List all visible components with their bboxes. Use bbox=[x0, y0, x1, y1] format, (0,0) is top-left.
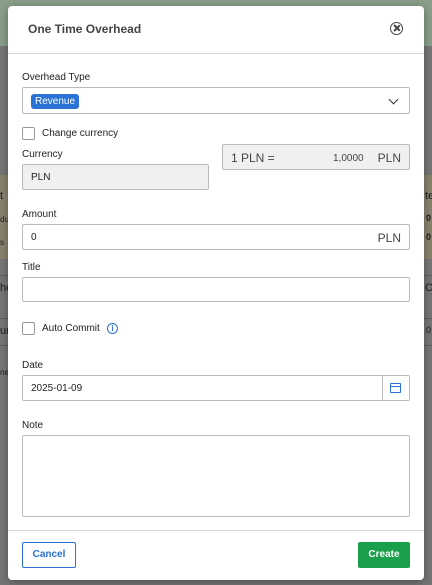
exchange-rate-prefix: 1 PLN = bbox=[231, 151, 275, 165]
currency-field: PLN bbox=[22, 164, 209, 190]
background-text-fragment: 0 bbox=[426, 213, 432, 223]
cancel-button[interactable]: Cancel bbox=[22, 542, 76, 568]
info-icon[interactable]: i bbox=[107, 323, 118, 334]
background-text-fragment: Oi bbox=[425, 282, 432, 294]
auto-commit-label: Auto Commit bbox=[42, 323, 100, 334]
change-currency-checkbox[interactable] bbox=[22, 127, 35, 140]
chevron-down-icon[interactable] bbox=[388, 94, 399, 105]
background-text-fragment: s bbox=[0, 238, 4, 247]
exchange-rate-unit: PLN bbox=[377, 151, 401, 165]
currency-label: Currency bbox=[22, 149, 63, 160]
background-text-fragment: t bbox=[0, 190, 4, 202]
background-text-fragment: te bbox=[425, 190, 432, 202]
note-label: Note bbox=[22, 420, 44, 431]
title-label: Title bbox=[22, 262, 41, 273]
calendar-button[interactable] bbox=[382, 376, 409, 400]
currency-value: PLN bbox=[31, 172, 51, 183]
background-text-fragment: 0 bbox=[426, 232, 432, 242]
amount-input[interactable]: 0 PLN bbox=[22, 224, 410, 250]
calendar-icon bbox=[390, 383, 401, 393]
one-time-overhead-modal: One Time Overhead Overhead Type Revenue … bbox=[8, 6, 424, 580]
title-input[interactable] bbox=[22, 277, 410, 302]
date-value: 2025-01-09 bbox=[31, 383, 83, 394]
create-button[interactable]: Create bbox=[358, 542, 410, 568]
background-text-fragment: 0 bbox=[426, 325, 432, 335]
exchange-rate-field: 1 PLN = 1,0000 PLN bbox=[222, 144, 410, 170]
amount-label: Amount bbox=[22, 209, 57, 220]
date-input[interactable]: 2025-01-09 bbox=[22, 375, 410, 401]
overhead-type-label: Overhead Type bbox=[22, 72, 91, 83]
close-icon[interactable] bbox=[390, 22, 403, 35]
auto-commit-checkbox[interactable] bbox=[22, 322, 35, 335]
amount-value: 0 bbox=[31, 232, 37, 243]
change-currency-label: Change currency bbox=[42, 128, 119, 139]
modal-header: One Time Overhead bbox=[8, 6, 424, 54]
overhead-type-select[interactable]: Revenue bbox=[22, 87, 410, 114]
modal-title: One Time Overhead bbox=[28, 22, 142, 36]
amount-unit: PLN bbox=[377, 231, 401, 245]
date-label: Date bbox=[22, 360, 44, 371]
overhead-type-selected-badge: Revenue bbox=[31, 94, 80, 109]
exchange-rate-value: 1,0000 bbox=[333, 153, 364, 164]
modal-footer: Cancel Create bbox=[8, 530, 424, 580]
note-textarea[interactable] bbox=[22, 435, 410, 517]
